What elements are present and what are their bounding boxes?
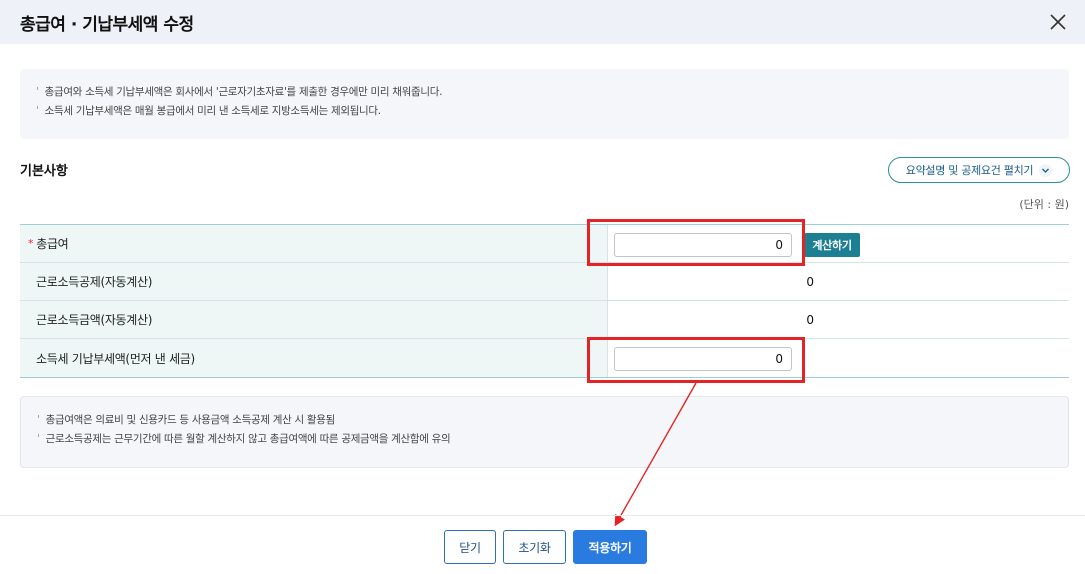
table-row: 근로소득공제(자동계산) 0 [20, 263, 1069, 301]
row-value: 0 [608, 263, 1069, 300]
notice-line: ' 근로소득공제는 근무기간에 따른 월할 계산하지 않고 총급여액에 따른 공제… [37, 433, 451, 445]
row-value: 계산하기 [608, 225, 1069, 262]
required-mark: * [28, 237, 34, 250]
notice-line: ' 총급여와 소득세 기납부세액은 회사에서 '근로자기초자료'를 제출한 경우에… [36, 86, 443, 98]
expand-summary-button[interactable]: 요약설명 및 공제요건 펼치기 [888, 157, 1070, 183]
notice-line: ' 총급여액은 의료비 및 신용카드 등 사용금액 소득공제 계산 시 활용됨 [37, 414, 336, 426]
table-row: 근로소득금액(자동계산) 0 [20, 301, 1069, 339]
notice-line: ' 소득세 기납부세액은 매월 봉급에서 미리 낸 소득세로 지방소득세는 제외됩… [36, 105, 381, 117]
notice-box-top: ' 총급여와 소득세 기납부세액은 회사에서 '근로자기초자료'를 제출한 경우에… [20, 69, 1069, 139]
earned-income-amount-label: 근로소득금액(자동계산) [20, 301, 608, 338]
row-value: 0 [608, 301, 1069, 338]
apply-button[interactable]: 적용하기 [573, 530, 647, 564]
section-title: 기본사항 [20, 164, 68, 179]
reset-button[interactable]: 초기화 [503, 530, 566, 564]
row-label: * 총급여 [20, 225, 608, 262]
basic-info-table: * 총급여 계산하기 근로소득공제(자동계산) 0 근로소득금액(자동계산) 0… [20, 224, 1069, 378]
calculate-button[interactable]: 계산하기 [804, 233, 860, 257]
earned-income-amount-value: 0 [806, 312, 814, 327]
footer-divider [0, 515, 1085, 516]
earned-income-deduction-label: 근로소득공제(자동계산) [20, 263, 608, 300]
earned-income-deduction-value: 0 [806, 274, 814, 289]
close-button[interactable]: 닫기 [444, 530, 496, 564]
prepaid-tax-input[interactable] [614, 347, 792, 371]
prepaid-tax-label: 소득세 기납부세액(먼저 낸 세금) [20, 339, 608, 377]
total-salary-label: 총급여 [36, 237, 69, 251]
notice-box-bottom: ' 총급여액은 의료비 및 신용카드 등 사용금액 소득공제 계산 시 활용됨 '… [20, 396, 1069, 468]
table-row: * 총급여 계산하기 [20, 225, 1069, 263]
close-icon[interactable] [1047, 11, 1069, 33]
dialog-title: 총급여 · 기납부세액 수정 [20, 14, 194, 35]
dialog-header: 총급여 · 기납부세액 수정 [0, 0, 1085, 44]
table-row: 소득세 기납부세액(먼저 낸 세금) [20, 339, 1069, 377]
unit-label: (단위 : 원) [1019, 198, 1069, 211]
row-value [608, 339, 1069, 377]
chevron-down-icon [1039, 163, 1053, 177]
expand-summary-label: 요약설명 및 공제요건 펼치기 [905, 164, 1034, 177]
total-salary-input[interactable] [614, 233, 792, 257]
